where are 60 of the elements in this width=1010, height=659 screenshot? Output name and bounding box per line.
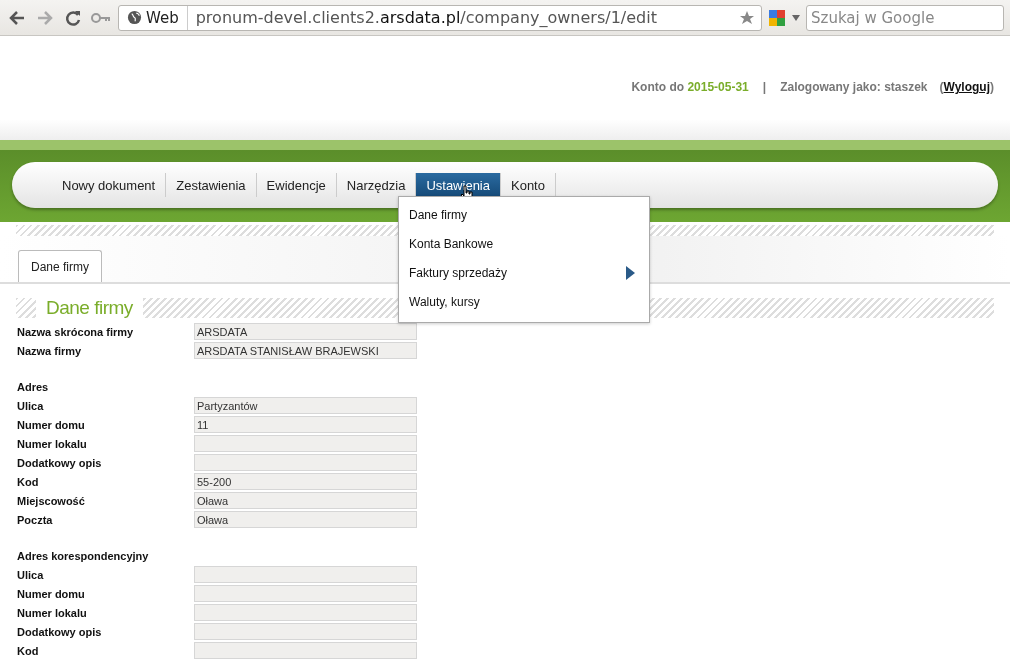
field-label: Ulica [17, 568, 45, 581]
input-field[interactable]: Oława [194, 492, 417, 509]
group-heading: Adres [17, 380, 49, 393]
dropdown-item[interactable]: Dane firmy [399, 200, 649, 229]
field-label: Kod [17, 475, 40, 488]
input-field[interactable] [194, 566, 417, 583]
field-label: Nazwa firmy [17, 344, 83, 357]
field-label: Kod [17, 644, 40, 657]
menu-item[interactable]: Ustawienia [416, 173, 501, 197]
field-label: Dodatkowy opis [17, 625, 103, 638]
input-field[interactable] [194, 623, 417, 640]
field-label: Numer domu [17, 587, 86, 600]
menu-item[interactable]: Ewidencje [256, 173, 337, 197]
search-engine-icon [768, 8, 786, 27]
paren-text: ) [990, 80, 994, 94]
field-label: Dodatkowy opis [17, 456, 103, 469]
input-field[interactable]: Oława [194, 511, 417, 528]
account-label: Konto do [631, 80, 686, 94]
account-date: 2015-05-31 [687, 80, 749, 94]
input-field[interactable] [194, 642, 417, 659]
input-field[interactable]: 55-200 [194, 473, 417, 490]
caret-icon[interactable] [792, 14, 800, 21]
field-label: Nazwa skrócona firmy [17, 325, 135, 338]
dropdown-item-label: Waluty, kursy [409, 294, 480, 309]
field-label: Numer domu [17, 418, 86, 431]
tab[interactable]: Dane firmy [18, 250, 102, 282]
section-title: Dane firmy [36, 297, 143, 319]
dropdown-item[interactable]: Waluty, kursy [399, 287, 649, 316]
site-label: Web [146, 8, 179, 27]
input-field[interactable]: 11 [194, 416, 417, 433]
url-text: pronum-devel.clients2.arsdata.pl/company_owners/1/edit [194, 8, 658, 27]
field-label: Miejscowość [17, 494, 86, 507]
star-icon[interactable] [739, 9, 755, 26]
paren-text: ( [939, 80, 944, 94]
dropdown-item-label: Faktury sprzedaży [409, 265, 508, 280]
input-field[interactable] [194, 604, 417, 621]
input-field[interactable]: Partyzantów [194, 397, 417, 414]
menu-item[interactable]: Nowy dokument [52, 173, 167, 197]
globe-icon [127, 10, 142, 25]
separator-text: | [762, 80, 767, 94]
dropdown-item[interactable]: Konta Bankowe [399, 229, 649, 258]
logged-user-text: Zalogowany jako: staszek [780, 80, 928, 94]
menu-item[interactable]: Zestawienia [166, 173, 257, 197]
input-field[interactable]: ARSDATA [194, 323, 417, 340]
address-bar[interactable]: Web pronum-devel.clients2.arsdata.pl/company_owners/1/edit [118, 4, 762, 31]
field-label: Numer lokalu [17, 437, 88, 450]
field-label: Ulica [17, 399, 45, 412]
field-label: Poczta [17, 513, 54, 526]
search-field[interactable]: Szukaj w Google [806, 4, 1004, 31]
site-info-chip[interactable]: Web [119, 5, 188, 30]
dropdown-item[interactable]: Faktury sprzedaży [399, 258, 649, 287]
input-field[interactable] [194, 585, 417, 602]
field-label: Numer lokalu [17, 606, 88, 619]
dropdown-item-label: Dane firmy [409, 207, 467, 222]
input-field[interactable]: ARSDATA STANISŁAW BRAJEWSKI [194, 342, 417, 359]
logout-link[interactable]: Wyloguj [943, 80, 990, 94]
dropdown-item-label: Konta Bankowe [409, 236, 494, 251]
group-heading: Adres korespondencyjny [17, 549, 149, 562]
input-field[interactable] [194, 454, 417, 471]
input-field[interactable] [194, 435, 417, 452]
